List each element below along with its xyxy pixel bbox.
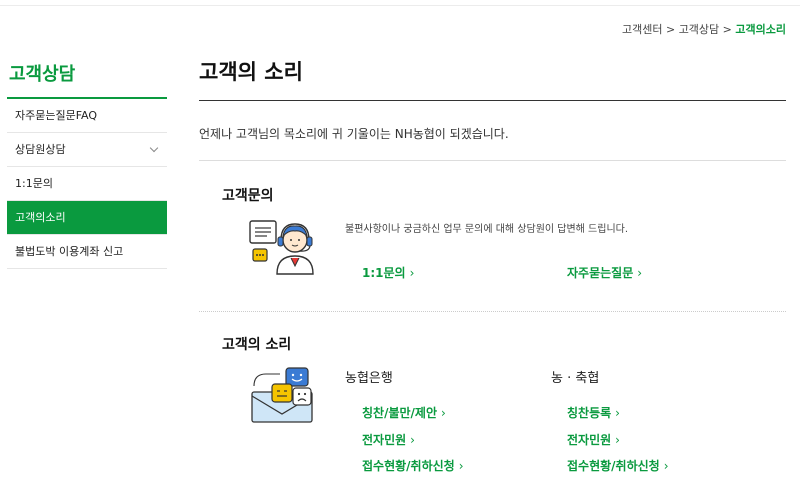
chevron-right-icon: › bbox=[615, 433, 620, 447]
speech-bubbles-icon bbox=[251, 367, 313, 423]
chevron-right-icon: › bbox=[663, 459, 669, 473]
sidebar-item-illegal-gambling-report[interactable]: 불법도박 이용계좌 신고 bbox=[7, 235, 167, 269]
praise-complaint-suggestion-link[interactable]: 칭찬/불만/제안 › bbox=[362, 404, 446, 421]
chevron-right-icon: › bbox=[409, 266, 415, 280]
breadcrumb-item[interactable]: 고객상담 bbox=[679, 23, 719, 36]
breadcrumb: 고객센터 > 고객상담 > 고객의소리 bbox=[621, 23, 786, 36]
coop-status-withdraw-link[interactable]: 접수현황/취하신청 › bbox=[567, 457, 669, 474]
inquiry-section-title: 고객문의 bbox=[222, 188, 274, 204]
sidebar-title: 고객상담 bbox=[7, 58, 167, 99]
inquiry-description: 불편사항이나 궁금하신 업무 문의에 대해 상담원이 답변해 드립니다. bbox=[345, 224, 629, 235]
breadcrumb-item[interactable]: 고객센터 bbox=[622, 23, 662, 36]
praise-register-link[interactable]: 칭찬등록 › bbox=[567, 404, 620, 421]
section-divider bbox=[199, 311, 786, 312]
intro-text: 언제나 고객님의 목소리에 귀 기울이는 NH농협이 되겠습니다. bbox=[199, 125, 786, 161]
page-title: 고객의 소리 bbox=[199, 56, 786, 101]
sidebar-item-customer-voice[interactable]: 고객의소리 bbox=[7, 201, 167, 235]
sidebar-item-agent-consult[interactable]: 상담원상담 bbox=[7, 133, 167, 167]
bank-e-petition-link[interactable]: 전자민원 › bbox=[362, 431, 415, 448]
voice-section-title: 고객의 소리 bbox=[222, 337, 292, 353]
chevron-right-icon: › bbox=[410, 433, 415, 447]
main-content: 고객의 소리 언제나 고객님의 목소리에 귀 기울이는 NH농협이 되겠습니다. bbox=[199, 56, 786, 161]
sidebar: 고객상담 자주묻는질문FAQ 상담원상담 1:1문의 고객의소리 불법도박 이용… bbox=[7, 58, 167, 269]
headset-agent-icon bbox=[249, 220, 314, 275]
one-to-one-inquiry-link[interactable]: 1:1문의 › bbox=[362, 264, 414, 281]
nh-coop-heading: 농 · 축협 bbox=[551, 371, 600, 386]
coop-e-petition-link[interactable]: 전자민원 › bbox=[567, 431, 620, 448]
top-divider bbox=[0, 5, 800, 6]
sidebar-item-faq[interactable]: 자주묻는질문FAQ bbox=[7, 99, 167, 133]
breadcrumb-current: 고객의소리 bbox=[735, 23, 786, 36]
chevron-right-icon: › bbox=[441, 406, 446, 420]
chevron-down-icon bbox=[149, 143, 159, 153]
bank-status-withdraw-link[interactable]: 접수현황/취하신청 › bbox=[362, 457, 464, 474]
chevron-right-icon: › bbox=[458, 459, 464, 473]
nh-bank-heading: 농협은행 bbox=[345, 371, 393, 386]
sidebar-item-one-to-one[interactable]: 1:1문의 bbox=[7, 167, 167, 201]
chevron-right-icon: › bbox=[637, 266, 643, 280]
faq-link[interactable]: 자주묻는질문 › bbox=[567, 264, 642, 281]
chevron-right-icon: › bbox=[615, 406, 620, 420]
